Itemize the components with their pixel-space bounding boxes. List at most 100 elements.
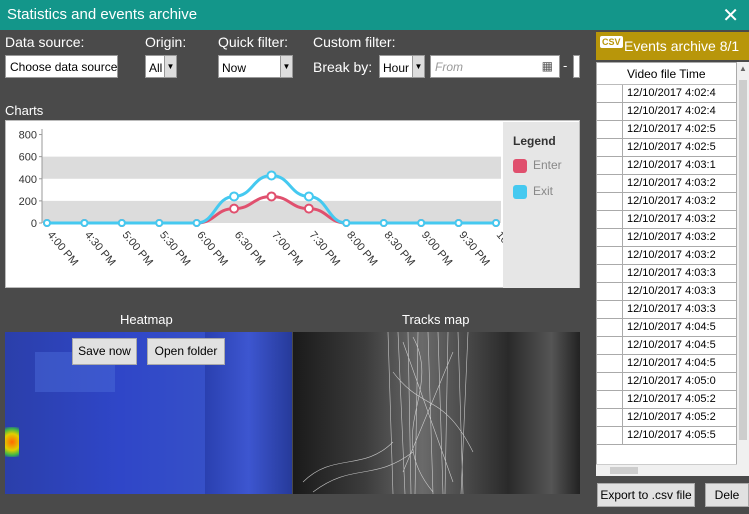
row-time-cell: 12/10/2017 4:04:5 [627, 357, 716, 369]
row-select-cell[interactable] [597, 85, 623, 103]
heatmap-title: Heatmap [120, 312, 173, 327]
row-time-cell: 12/10/2017 4:03:2 [627, 249, 716, 261]
row-select-cell[interactable] [597, 103, 623, 121]
from-date-input[interactable]: From ▦ [430, 55, 560, 78]
quick-filter-dropdown[interactable]: Now ▼ [218, 55, 293, 78]
table-row[interactable]: 12/10/2017 4:03:2 [597, 211, 736, 229]
table-row[interactable]: 12/10/2017 4:05:2 [597, 409, 736, 427]
row-select-cell[interactable] [597, 265, 623, 283]
table-row[interactable]: 12/10/2017 4:02:5 [597, 121, 736, 139]
row-select-cell[interactable] [597, 157, 623, 175]
break-by-dropdown[interactable]: Hour ▼ [379, 55, 425, 78]
row-select-cell[interactable] [597, 373, 623, 391]
row-select-cell[interactable] [597, 409, 623, 427]
row-select-cell[interactable] [597, 193, 623, 211]
horizontal-scrollbar[interactable] [596, 464, 737, 476]
legend-item-exit: Exit [513, 184, 553, 199]
row-time-cell: 12/10/2017 4:02:5 [627, 141, 716, 153]
table-row[interactable]: 12/10/2017 4:02:4 [597, 85, 736, 103]
table-row[interactable]: 12/10/2017 4:04:5 [597, 319, 736, 337]
row-select-cell[interactable] [597, 391, 623, 409]
table-row[interactable]: 12/10/2017 4:03:3 [597, 265, 736, 283]
open-folder-button[interactable]: Open folder [147, 338, 225, 365]
data-point-exit [43, 219, 51, 227]
data-source-select[interactable]: Choose data source [5, 55, 118, 78]
table-row[interactable]: 12/10/2017 4:05:0 [597, 373, 736, 391]
data-point-exit [454, 219, 463, 227]
row-select-cell[interactable] [597, 229, 623, 247]
events-panel: CSV Events archive 8/1 Video file Time 1… [592, 30, 749, 514]
close-icon[interactable]: ✕ [722, 3, 739, 28]
title-bar: Statistics and events archive ✕ [0, 0, 749, 30]
vertical-scrollbar[interactable]: ▲ [737, 62, 749, 476]
legend-label-exit: Exit [533, 184, 554, 198]
y-tick-label: 600 [19, 152, 37, 164]
chevron-down-icon[interactable]: ▼ [164, 56, 176, 77]
row-time-cell: 12/10/2017 4:05:2 [627, 411, 716, 423]
table-row[interactable]: 12/10/2017 4:03:2 [597, 175, 736, 193]
legend-label-enter: Enter [533, 158, 562, 172]
table-row[interactable]: 12/10/2017 4:02:4 [597, 103, 736, 121]
x-tick-label: 9:00 PM [419, 229, 455, 268]
custom-filter-label: Custom filter: [313, 34, 396, 50]
csv-icon: CSV [600, 36, 623, 48]
y-tick-label: 400 [19, 174, 37, 186]
column-header-time[interactable]: Video file Time [627, 67, 706, 81]
to-date-input[interactable] [573, 55, 580, 78]
row-select-cell[interactable] [597, 139, 623, 157]
table-row[interactable]: 12/10/2017 4:03:3 [597, 283, 736, 301]
row-time-cell: 12/10/2017 4:03:3 [627, 267, 716, 279]
row-time-cell: 12/10/2017 4:03:2 [627, 231, 716, 243]
row-time-cell: 12/10/2017 4:04:5 [627, 321, 716, 333]
table-row[interactable]: 12/10/2017 4:05:5 [597, 427, 736, 445]
chart-area: 800 600 400 200 0 4:00 PM 4:30 PM 5:00 PM 5:30 P… [5, 120, 580, 288]
row-time-cell: 12/10/2017 4:02:4 [627, 87, 716, 99]
legend-swatch-exit [513, 184, 527, 199]
table-row[interactable]: 12/10/2017 4:03:3 [597, 301, 736, 319]
data-point-exit [417, 219, 426, 227]
row-time-cell: 12/10/2017 4:05:2 [627, 393, 716, 405]
x-tick-label: 8:30 PM [381, 229, 417, 268]
events-title: Events archive 8/1 [624, 38, 740, 54]
table-row[interactable]: 12/10/2017 4:04:5 [597, 337, 736, 355]
origin-dropdown[interactable]: All ▼ [145, 55, 177, 78]
data-point-enter [266, 191, 277, 202]
origin-label: Origin: [145, 34, 187, 50]
line-chart: 800 600 400 200 0 4:00 PM 4:30 PM 5:00 PM 5:30 P… [19, 129, 533, 273]
chevron-down-icon[interactable]: ▼ [280, 56, 292, 77]
table-row[interactable]: 12/10/2017 4:03:2 [597, 193, 736, 211]
main-panel: Data source: Choose data source Origin: … [0, 30, 592, 514]
row-select-cell[interactable] [597, 247, 623, 265]
row-select-cell[interactable] [597, 427, 623, 445]
tracks-map-title: Tracks map [402, 312, 470, 327]
scroll-thumb[interactable] [739, 80, 747, 440]
table-row[interactable]: 12/10/2017 4:04:5 [597, 355, 736, 373]
export-csv-button[interactable]: Export to .csv file [597, 483, 695, 507]
hscroll-thumb[interactable] [610, 467, 638, 474]
data-point-enter [303, 203, 314, 214]
row-select-cell[interactable] [597, 355, 623, 373]
x-tick-label: 7:30 PM [307, 229, 343, 268]
calendar-icon[interactable]: ▦ [542, 59, 553, 73]
table-row[interactable]: 12/10/2017 4:03:2 [597, 247, 736, 265]
row-select-cell[interactable] [597, 211, 623, 229]
table-row[interactable]: 12/10/2017 4:03:1 [597, 157, 736, 175]
table-row[interactable]: 12/10/2017 4:05:2 [597, 391, 736, 409]
table-row[interactable]: 12/10/2017 4:03:2 [597, 229, 736, 247]
scroll-up-icon[interactable]: ▲ [739, 64, 747, 73]
legend-item-enter: Enter [513, 158, 562, 173]
range-dash: - [563, 58, 568, 73]
row-select-cell[interactable] [597, 337, 623, 355]
row-time-cell: 12/10/2017 4:05:5 [627, 429, 716, 441]
legend-title: Legend [513, 134, 556, 148]
table-row[interactable]: 12/10/2017 4:02:5 [597, 139, 736, 157]
delete-button[interactable]: Dele [705, 483, 749, 507]
heatmap-hotspot [5, 427, 19, 457]
row-select-cell[interactable] [597, 121, 623, 139]
chevron-down-icon[interactable]: ▼ [412, 56, 424, 77]
save-now-button[interactable]: Save now [72, 338, 137, 365]
row-select-cell[interactable] [597, 301, 623, 319]
row-select-cell[interactable] [597, 319, 623, 337]
row-select-cell[interactable] [597, 283, 623, 301]
row-select-cell[interactable] [597, 175, 623, 193]
